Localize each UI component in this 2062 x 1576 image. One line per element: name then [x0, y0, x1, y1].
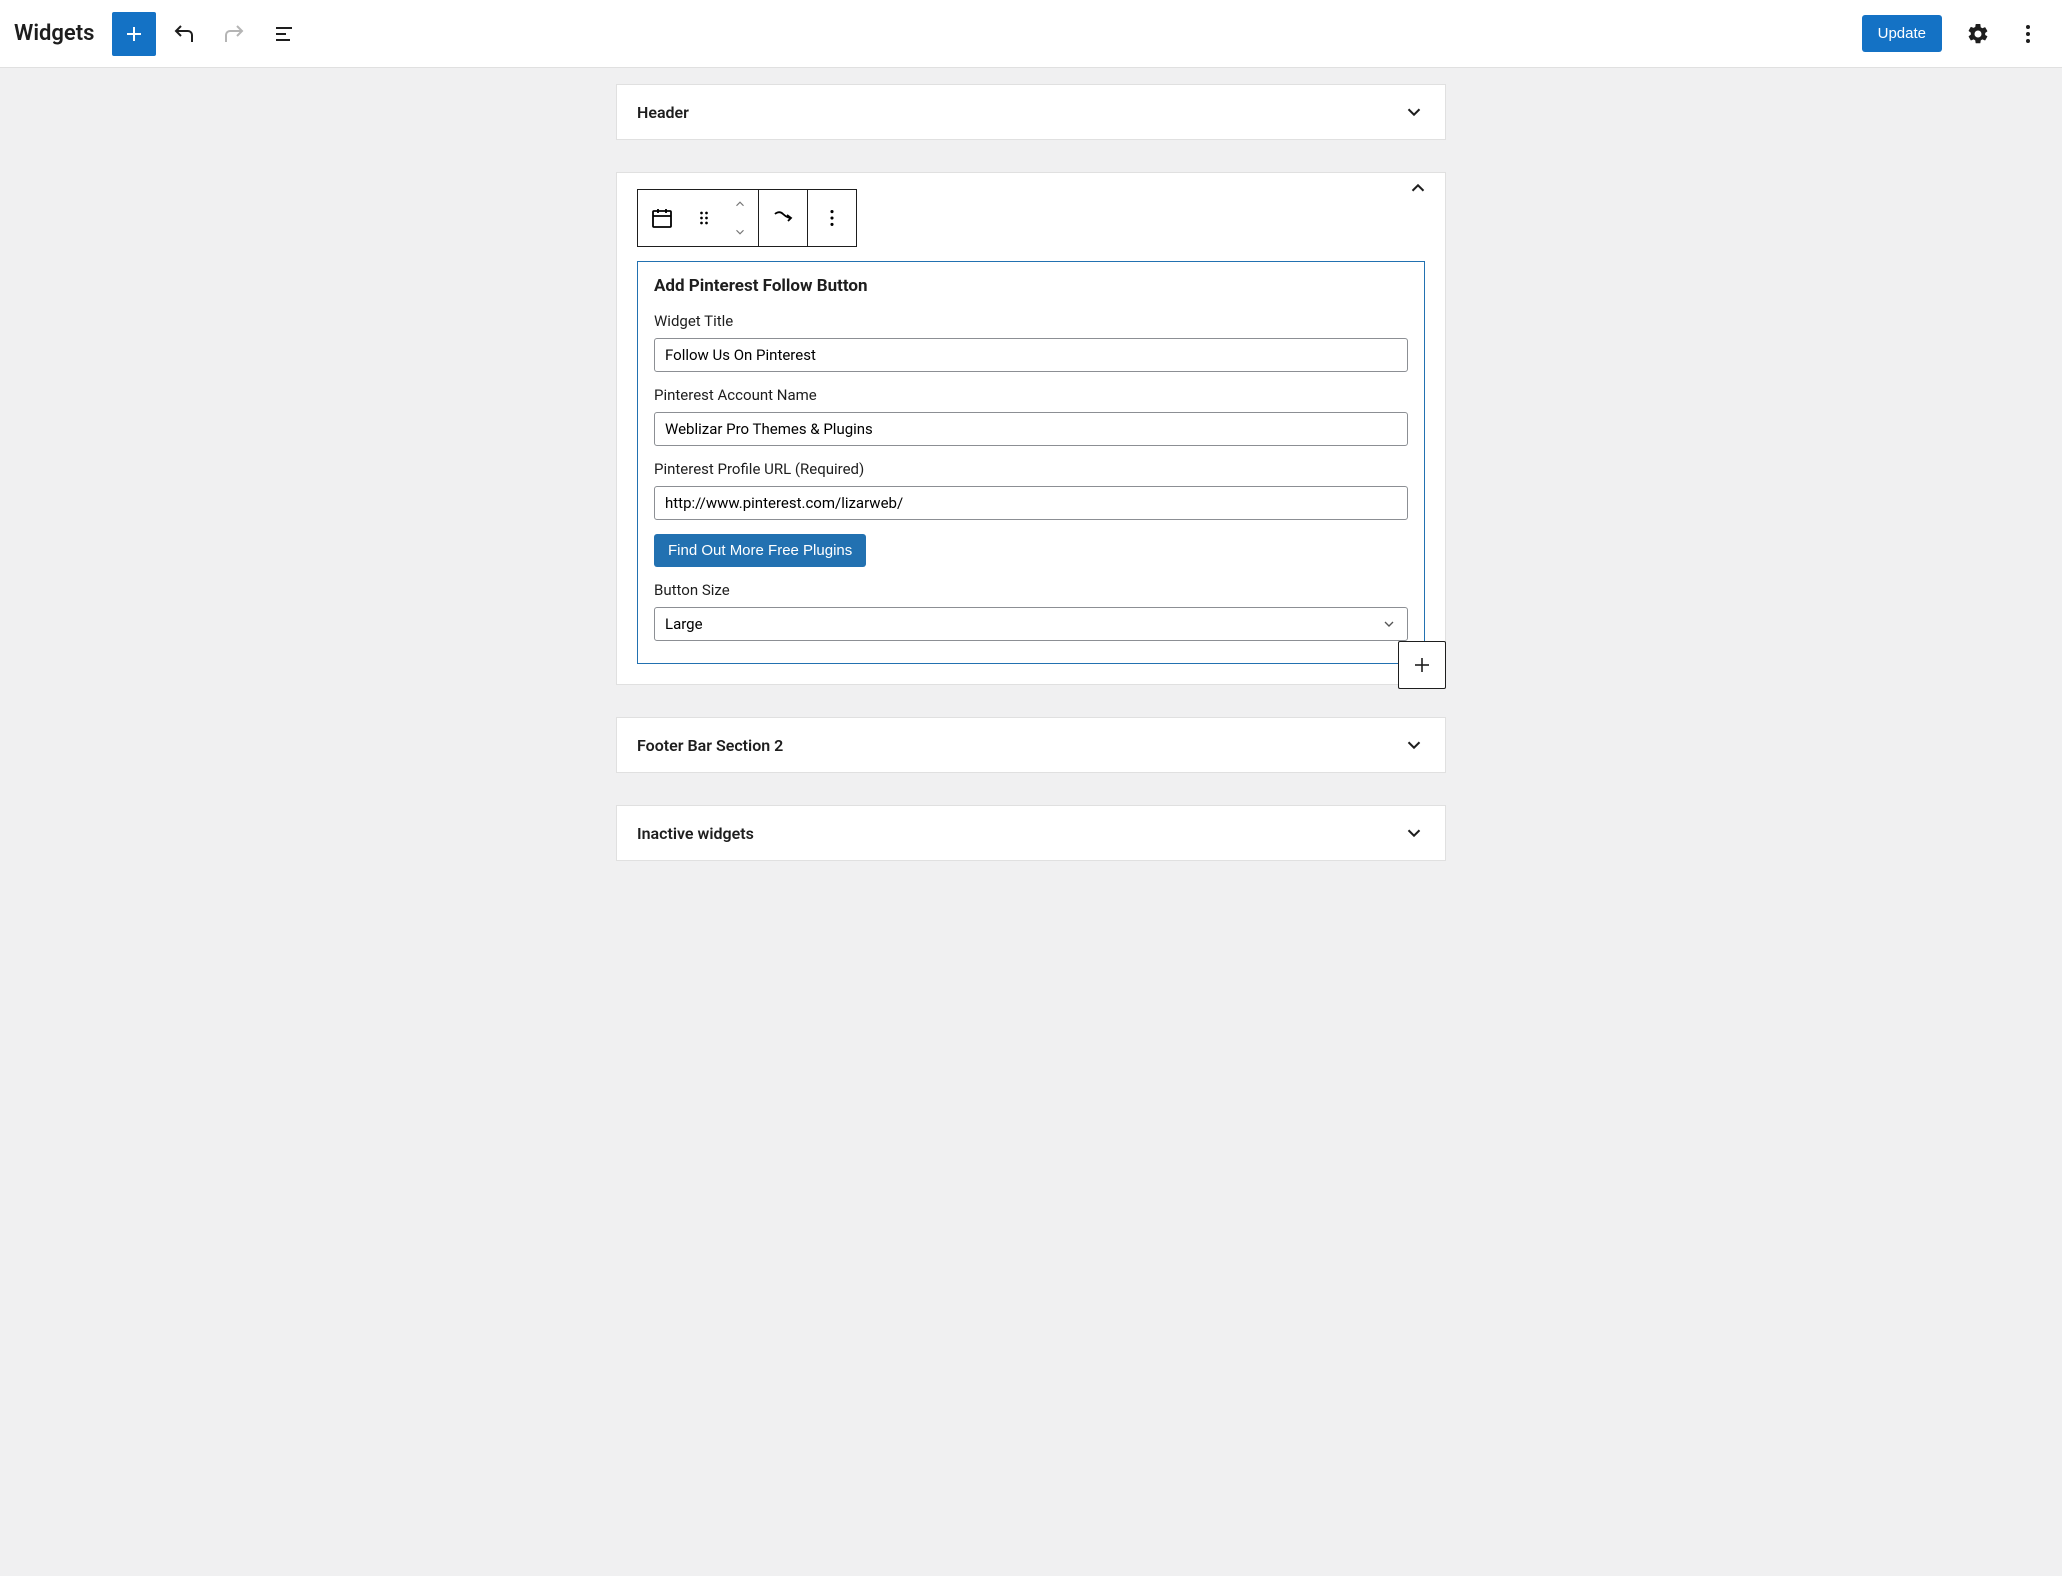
- block-toolbar: [637, 189, 857, 247]
- legacy-widget-form: Add Pinterest Follow Button Widget Title…: [637, 261, 1425, 664]
- undo-button[interactable]: [162, 12, 206, 56]
- field-widget-title: Widget Title: [654, 312, 1408, 372]
- gear-icon: [1966, 22, 1990, 46]
- widget-area-title: Footer Bar Section 2: [637, 736, 783, 755]
- widget-form-title: Add Pinterest Follow Button: [654, 276, 1408, 296]
- move-to-area-button[interactable]: [759, 190, 807, 246]
- calendar-icon: [650, 206, 674, 230]
- drag-icon: [694, 208, 714, 228]
- kebab-icon: [821, 207, 843, 229]
- widget-area-footer-bar-2: Footer Bar Section 2: [616, 717, 1446, 773]
- profile-url-label: Pinterest Profile URL (Required): [654, 460, 1408, 478]
- widget-area-header: Header: [616, 84, 1446, 140]
- list-view-button[interactable]: [262, 12, 306, 56]
- button-size-label: Button Size: [654, 581, 1408, 599]
- chevron-down-icon: [1403, 101, 1425, 123]
- add-block-toggle[interactable]: [112, 12, 156, 56]
- move-down-button[interactable]: [722, 218, 758, 246]
- button-size-select[interactable]: Large: [654, 607, 1408, 641]
- top-bar-left: Widgets: [12, 12, 306, 56]
- widget-area-title: Inactive widgets: [637, 824, 754, 843]
- widget-area-footer-toggle[interactable]: Footer Bar Section 2: [617, 718, 1445, 772]
- widget-area-header-toggle[interactable]: Header: [617, 85, 1445, 139]
- widget-area-title: Header: [637, 103, 689, 122]
- redo-button[interactable]: [212, 12, 256, 56]
- chevron-down-icon: [1403, 734, 1425, 756]
- more-options-button[interactable]: [2006, 12, 2050, 56]
- settings-button[interactable]: [1956, 12, 2000, 56]
- widget-title-label: Widget Title: [654, 312, 1408, 330]
- plus-icon: [1410, 653, 1434, 677]
- top-bar-right: Update: [1862, 12, 2050, 56]
- widget-area-inactive: Inactive widgets: [616, 805, 1446, 861]
- drag-handle[interactable]: [686, 190, 722, 246]
- list-view-icon: [272, 22, 296, 46]
- update-button[interactable]: Update: [1862, 15, 1942, 52]
- undo-icon: [172, 22, 196, 46]
- add-block-appender[interactable]: [1398, 641, 1446, 689]
- toolbar-group-move: [759, 190, 808, 246]
- field-account-name: Pinterest Account Name: [654, 386, 1408, 446]
- block-more-button[interactable]: [808, 190, 856, 246]
- toolbar-group-block: [638, 190, 759, 246]
- move-up-button[interactable]: [722, 190, 758, 218]
- block-type-button[interactable]: [638, 190, 686, 246]
- widget-area-inactive-toggle[interactable]: Inactive widgets: [617, 806, 1445, 860]
- more-plugins-button[interactable]: Find Out More Free Plugins: [654, 534, 866, 567]
- editor-top-bar: Widgets Update: [0, 0, 2062, 68]
- widget-area-inner: Add Pinterest Follow Button Widget Title…: [617, 189, 1445, 684]
- kebab-icon: [2016, 22, 2040, 46]
- chevron-down-icon: [731, 225, 749, 239]
- chevron-down-icon: [1403, 822, 1425, 844]
- page-title: Widgets: [14, 21, 94, 46]
- widget-title-input[interactable]: [654, 338, 1408, 372]
- widget-area-open: Add Pinterest Follow Button Widget Title…: [616, 172, 1446, 685]
- profile-url-input[interactable]: [654, 486, 1408, 520]
- move-to-icon: [771, 206, 795, 230]
- account-name-input[interactable]: [654, 412, 1408, 446]
- toolbar-group-more: [808, 190, 856, 246]
- plus-icon: [122, 22, 146, 46]
- field-profile-url: Pinterest Profile URL (Required): [654, 460, 1408, 520]
- block-movers: [722, 190, 758, 246]
- field-button-size: Button Size Large: [654, 581, 1408, 641]
- chevron-up-icon: [731, 197, 749, 211]
- redo-icon: [222, 22, 246, 46]
- widget-areas-content: Header: [608, 84, 1454, 861]
- account-name-label: Pinterest Account Name: [654, 386, 1408, 404]
